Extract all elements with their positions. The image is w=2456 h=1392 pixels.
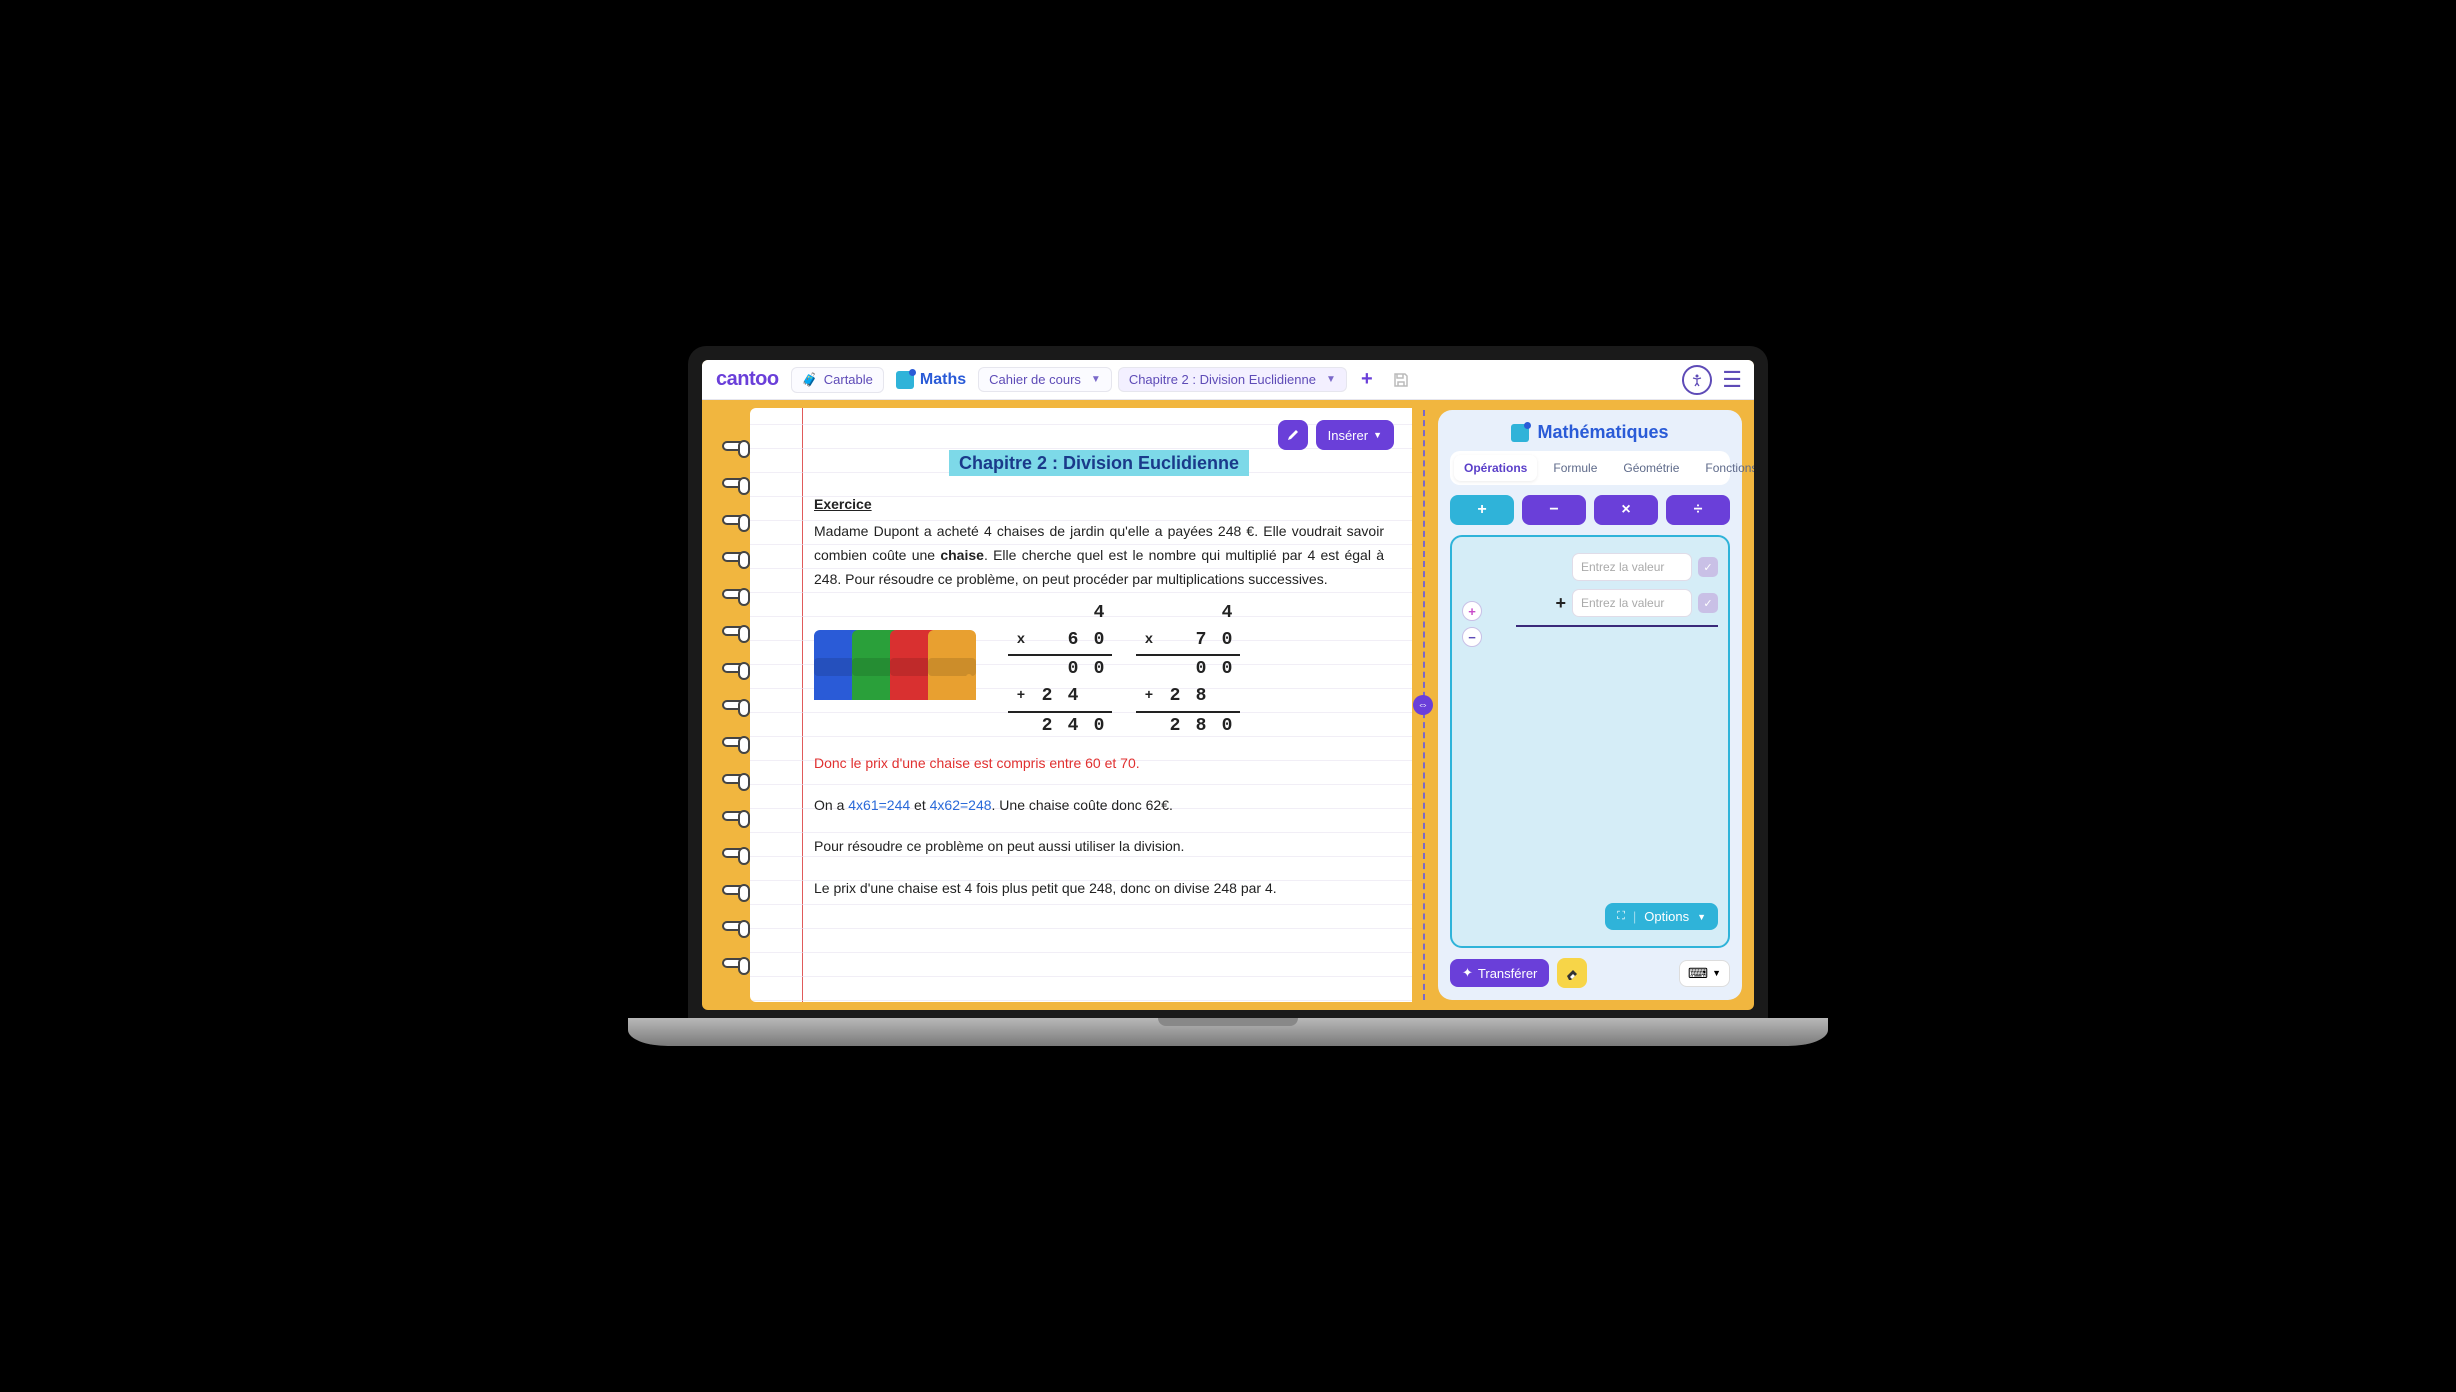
page-title: Chapitre 2 : Division Euclidienne [814, 448, 1384, 479]
subject-label: Maths [920, 371, 966, 389]
op-divide-button[interactable]: ÷ [1666, 495, 1730, 525]
remove-row-button[interactable]: − [1462, 627, 1482, 647]
calc-link-1[interactable]: 4x61=244 [848, 797, 910, 813]
keyboard-button[interactable]: ⌨ ▼ [1679, 960, 1730, 987]
keyboard-icon: ⌨ [1688, 965, 1708, 982]
chairs-image [814, 620, 984, 720]
check-icon[interactable]: ✓ [1698, 593, 1718, 613]
text-line-3: Pour résoudre ce problème on peut aussi … [814, 835, 1384, 859]
notebook-dd-label: Cahier de cours [989, 372, 1081, 387]
chevron-down-icon: ▼ [1326, 374, 1336, 385]
toolbar: cantoo 🧳 Cartable Maths Cahier de cours … [702, 360, 1754, 400]
cartable-label: Cartable [824, 372, 873, 387]
cartable-button[interactable]: 🧳 Cartable [791, 367, 884, 393]
math-panel: Mathématiques Opérations Formule Géométr… [1434, 400, 1754, 1010]
math-icon [896, 371, 914, 389]
chevron-down-icon: ▼ [1091, 374, 1101, 385]
panel-tabs: Opérations Formule Géométrie Fonctions ▶ [1450, 451, 1730, 485]
eraser-button[interactable] [1557, 958, 1587, 988]
save-icon[interactable] [1387, 366, 1415, 394]
notebook-dropdown[interactable]: Cahier de cours ▼ [978, 367, 1112, 392]
resize-handle-icon[interactable]: ⇔ [1413, 695, 1433, 715]
text-line-4: Le prix d'une chaise est 4 fois plus pet… [814, 877, 1384, 901]
math-icon [1511, 424, 1529, 442]
conclusion-red: Donc le prix d'une chaise est compris en… [814, 752, 1384, 776]
check-icon[interactable]: ✓ [1698, 557, 1718, 577]
chapter-dropdown[interactable]: Chapitre 2 : Division Euclidienne ▼ [1118, 367, 1347, 392]
notebook-page[interactable]: Insérer ▼ Chapitre 2 : Division Euclidie… [750, 408, 1412, 1002]
exercise-heading: Exercice [814, 493, 1384, 517]
tab-operations[interactable]: Opérations [1454, 455, 1537, 481]
result-line [1516, 625, 1718, 627]
multiplication-1: 4 x60 00 +24 240 [1008, 600, 1112, 740]
app-logo: cantoo [710, 368, 785, 391]
op-plus-button[interactable]: + [1450, 495, 1514, 525]
add-button[interactable]: + [1353, 366, 1381, 394]
accessibility-button[interactable] [1682, 365, 1712, 395]
eraser-icon [1564, 965, 1580, 981]
chevron-down-icon: ▼ [1697, 912, 1706, 922]
subject-indicator: Maths [890, 371, 972, 389]
panel-title: Mathématiques [1450, 422, 1730, 443]
work-area: + − Entrez la valeur ✓ + Entrez la valeu… [1450, 535, 1730, 948]
notebook-spiral [722, 400, 750, 1010]
plus-symbol: + [1555, 593, 1566, 614]
chevron-down-icon: ▼ [1712, 968, 1721, 978]
options-label: Options [1644, 909, 1689, 924]
value-input-1[interactable]: Entrez la valeur [1572, 553, 1692, 581]
math-illustration-row: 4 x60 00 +24 240 4 x70 00 +28 [814, 600, 1384, 740]
add-row-button[interactable]: + [1462, 601, 1482, 621]
split-divider[interactable]: ⇔ [1412, 400, 1434, 1010]
tab-formule[interactable]: Formule [1543, 455, 1607, 481]
sparkle-icon: ✦ [1462, 965, 1473, 981]
multiplication-2: 4 x70 00 +28 280 [1136, 600, 1240, 740]
transfer-button[interactable]: ✦ Transférer [1450, 959, 1549, 987]
tab-geometrie[interactable]: Géométrie [1613, 455, 1689, 481]
exercise-text: Madame Dupont a acheté 4 chaises de jard… [814, 520, 1384, 591]
calc-link-2[interactable]: 4x62=248 [930, 797, 992, 813]
tab-fonctions[interactable]: Fonctions [1695, 455, 1754, 481]
value-input-2[interactable]: Entrez la valeur [1572, 589, 1692, 617]
op-minus-button[interactable]: − [1522, 495, 1586, 525]
transfer-label: Transférer [1478, 966, 1537, 981]
options-button[interactable]: ⛶ | Options ▼ [1605, 903, 1718, 930]
expand-icon: ⛶ [1617, 910, 1625, 923]
chapter-dd-label: Chapitre 2 : Division Euclidienne [1129, 372, 1316, 387]
calc-line: On a 4x61=244 et 4x62=248. Une chaise co… [814, 794, 1384, 818]
menu-button[interactable]: ☰ [1718, 367, 1746, 393]
briefcase-icon: 🧳 [802, 372, 818, 388]
op-multiply-button[interactable]: × [1594, 495, 1658, 525]
